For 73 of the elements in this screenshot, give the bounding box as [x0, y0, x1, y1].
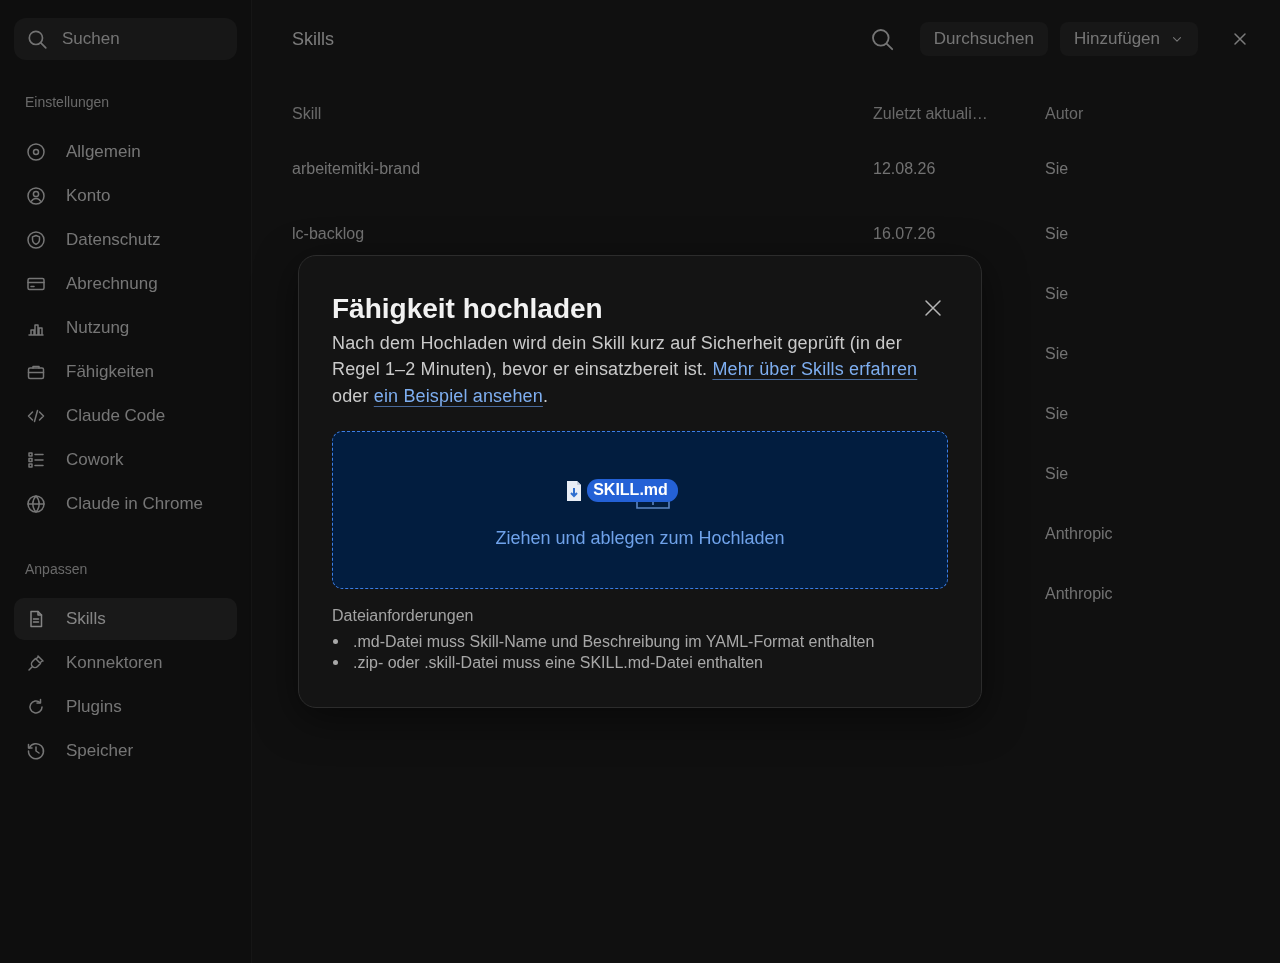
- author-name: Anthropic: [1045, 525, 1113, 542]
- dialog-title: Fähigkeit hochladen: [332, 291, 603, 326]
- plug-icon: [26, 653, 46, 673]
- help-link[interactable]: Mehr über Skills erfahren: [712, 359, 918, 380]
- column-header: Skill: [292, 105, 322, 122]
- sidebar-item-label: Fähigkeiten: [66, 362, 154, 382]
- browse-button[interactable]: Durchsuchen: [919, 22, 1048, 56]
- sidebar-item[interactable]: Plugins: [14, 686, 237, 728]
- updated-date: 12.08.26: [873, 160, 936, 177]
- globe-icon: [26, 494, 46, 514]
- sidebar-item[interactable]: Claude Code: [14, 395, 237, 437]
- file-icon: [566, 479, 583, 502]
- sidebar-item[interactable]: Konnektoren: [14, 642, 237, 684]
- page-title: Skills: [292, 28, 334, 50]
- section-heading: Anpassen: [25, 561, 89, 577]
- search-icon: [26, 28, 48, 50]
- bullet-icon: [333, 660, 338, 666]
- bullet-icon: [333, 639, 338, 645]
- author-name: Sie: [1045, 465, 1069, 482]
- requirement-text: .zip- oder .skill-Datei muss eine SKILL.md-Datei enthalten: [353, 653, 763, 674]
- search-placeholder: Suchen: [62, 29, 120, 49]
- file-dropzone[interactable]: SKILL.md Ziehen und ablegen zum Hochladen: [332, 431, 948, 590]
- circular-arrow-icon: [26, 697, 46, 717]
- sidebar-item[interactable]: Claude in Chrome: [14, 483, 237, 525]
- add-dropdown-button[interactable]: Hinzufügen: [1060, 22, 1198, 56]
- user-icon: [26, 186, 46, 206]
- shield-icon: [26, 230, 46, 250]
- updated-date: 16.07.26: [873, 225, 936, 242]
- sidebar-item-label: Plugins: [66, 697, 122, 717]
- sidebar-item[interactable]: Konto: [14, 175, 237, 217]
- skill-name: arbeitemitki-brand: [292, 160, 421, 177]
- sidebar-item-label: Speicher: [66, 741, 134, 761]
- requirement-text: .md-Datei muss Skill-Name und Beschreibung im YAML-Format enthalten: [353, 632, 875, 653]
- search-icon[interactable]: [869, 27, 894, 51]
- author-name: Sie: [1045, 285, 1069, 302]
- sidebar-item-label: Skills: [66, 609, 106, 629]
- sidebar-item[interactable]: Cowork: [14, 439, 237, 481]
- requirements-heading: Dateianforderungen: [332, 607, 475, 626]
- sidebar-item-label: Cowork: [66, 450, 124, 470]
- skill-name: lc-backlog: [292, 225, 365, 242]
- checklist-icon: [26, 450, 46, 470]
- clock-icon: [26, 741, 46, 761]
- author-name: Sie: [1045, 345, 1069, 362]
- sidebar-item[interactable]: Fähigkeiten: [14, 351, 237, 393]
- sidebar-item[interactable]: Speicher: [14, 730, 237, 772]
- file-chip: SKILL.md: [587, 479, 678, 503]
- sidebar-item-label: Konto: [66, 186, 111, 206]
- close-icon: [923, 297, 943, 318]
- close-button[interactable]: [923, 297, 943, 318]
- sidebar-item[interactable]: Skills: [14, 598, 237, 640]
- section-heading: Einstellungen: [25, 94, 111, 110]
- author-name: Sie: [1045, 225, 1069, 242]
- sidebar-item-label: Nutzung: [66, 318, 130, 338]
- column-header: Autor: [1045, 105, 1084, 122]
- author-name: Anthropic: [1045, 585, 1113, 602]
- sidebar-item[interactable]: Datenschutz: [14, 219, 237, 261]
- sidebar-item-label: Datenschutz: [66, 230, 161, 250]
- help-link[interactable]: ein Beispiel ansehen: [373, 385, 543, 406]
- column-header: Zuletzt aktuali…: [873, 105, 988, 122]
- dialog-description: Nach dem Hochladen wird dein Skill kurz auf Sicherheit geprüft (in der Regel 1–2 Minuten), bevor er einsatzbereit ist. Mehr über Skills erfahren oder ein Beispiel ansehen.: [332, 331, 919, 408]
- sidebar-item[interactable]: Abrechnung: [14, 263, 237, 305]
- author-name: Sie: [1045, 160, 1069, 177]
- search-field[interactable]: Suchen: [14, 18, 237, 60]
- sidebar-item-label: Konnektoren: [66, 653, 163, 673]
- dropzone-label: Ziehen und ablegen zum Hochladen: [495, 528, 785, 550]
- sidebar-item-label: Claude Code: [66, 406, 166, 426]
- sidebar-item-label: Allgemein: [66, 142, 141, 162]
- sidebar-item[interactable]: Nutzung: [14, 307, 237, 349]
- settings-icon: [26, 142, 46, 162]
- sidebar-item[interactable]: Allgemein: [14, 131, 237, 173]
- author-name: Sie: [1045, 405, 1069, 422]
- sidebar-item-label: Abrechnung: [66, 274, 158, 294]
- sidebar-item-label: Claude in Chrome: [66, 494, 203, 514]
